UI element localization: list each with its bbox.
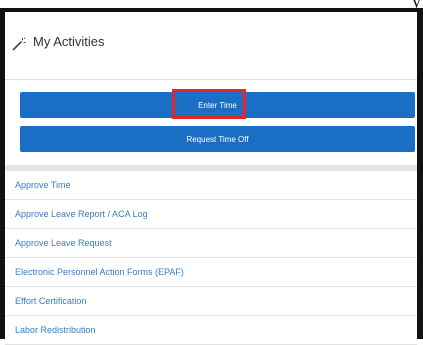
activity-link-approve-leave-report[interactable]: Approve Leave Report / ACA Log [5,200,417,229]
magic-wand-icon [12,37,26,51]
activities-list: Approve Time Approve Leave Report / ACA … [5,171,417,345]
request-time-off-button[interactable]: Request Time Off [20,126,415,152]
activity-link-epaf[interactable]: Electronic Personnel Action Forms (EPAF) [5,258,417,287]
header-divider [5,79,417,80]
activity-link-approve-leave-request[interactable]: Approve Leave Request [5,229,417,258]
my-activities-panel: My Activities Enter Time Request Time Of… [5,12,417,345]
frame-right [417,8,423,339]
activity-link-approve-time[interactable]: Approve Time [5,171,417,200]
panel-title: My Activities [33,34,105,49]
enter-time-highlight-box [172,89,246,119]
panel-header: My Activities [5,12,417,78]
activity-link-labor-redistribution[interactable]: Labor Redistribution [5,316,417,345]
activity-link-effort-certification[interactable]: Effort Certification [5,287,417,316]
